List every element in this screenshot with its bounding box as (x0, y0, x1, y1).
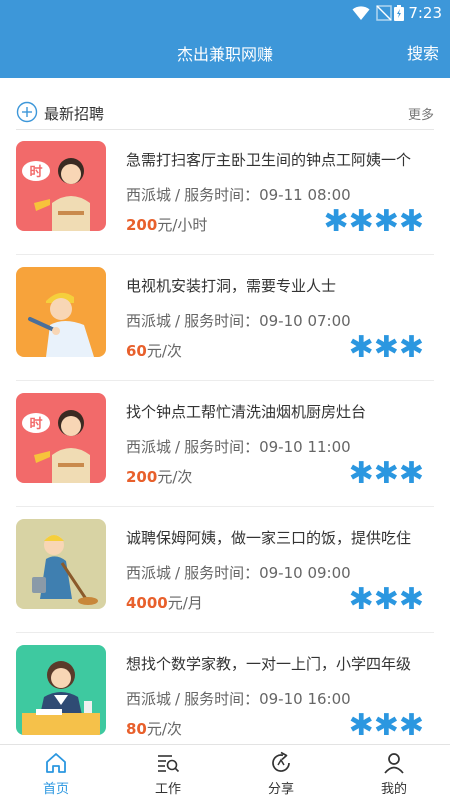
battery-icon (394, 5, 404, 21)
job-price: 4000元/月 (126, 592, 203, 613)
housekeeper-illustration: 时 (16, 393, 106, 483)
job-list-item[interactable]: 电视机安装打洞，需要专业人士 西派城 / 服务时间：09-10 07:00 60元/… (16, 255, 434, 381)
job-location: 西派城 (126, 186, 172, 204)
rating-stars: ✱✱✱ (348, 708, 424, 743)
price-unit: 元/小时 (157, 216, 208, 234)
job-meta: 西派城 / 服务时间：09-10 07:00 (126, 312, 351, 330)
service-time-label: 服务时间： (184, 690, 260, 708)
job-meta: 西派城 / 服务时间：09-10 16:00 (126, 690, 351, 708)
price-amount: 200 (126, 468, 158, 486)
tab-label: 分享 (267, 782, 294, 797)
rating-stars: ✱✱✱ (348, 456, 424, 491)
tab-label: 我的 (380, 782, 407, 797)
job-location: 西派城 (126, 438, 172, 456)
job-title: 急需打扫客厅主卧卫生间的钟点工阿姨一个 (126, 151, 412, 169)
share-icon (272, 751, 290, 772)
service-time: 09-10 09:00 (259, 564, 351, 582)
tab-work[interactable]: 工作 (112, 745, 224, 800)
price-unit: 元/次 (146, 342, 182, 360)
rating-stars: ✱✱✱ (348, 582, 424, 617)
tab-home[interactable]: 首页 (0, 745, 112, 800)
cleaner-illustration (16, 519, 106, 609)
job-price: 200元/次 (126, 466, 192, 487)
rating-stars: ✱✱✱ (348, 330, 424, 365)
price-unit: 元/月 (167, 594, 203, 612)
thumb-badge: 时 (29, 416, 42, 432)
job-meta: 西派城 / 服务时间：09-11 08:00 (126, 186, 351, 204)
clock: 7:23 (408, 4, 442, 22)
service-time-label: 服务时间： (184, 186, 260, 204)
service-time: 09-10 07:00 (259, 312, 351, 330)
job-location: 西派城 (126, 564, 172, 582)
tab-mine[interactable]: 我的 (338, 745, 450, 800)
job-list-item[interactable]: 时 急需打扫客厅主卧卫生间的钟点工阿姨一个 西派城 / 服务时间：09-11 08:… (16, 129, 434, 255)
job-price: 200元/小时 (126, 214, 207, 235)
job-location: 西派城 (126, 690, 172, 708)
housekeeper-illustration: 时 (16, 141, 106, 231)
price-unit: 元/次 (157, 468, 193, 486)
section-header: 最新招聘 更多 (16, 100, 434, 130)
plus-circle-icon (16, 101, 38, 123)
job-list-item[interactable]: 诚聘保姆阿姨，做一家三口的饭，提供吃住 西派城 / 服务时间：09-10 09:00… (16, 507, 434, 633)
thumb-badge: 时 (29, 164, 42, 180)
price-amount: 4000 (126, 594, 168, 612)
tab-label: 首页 (42, 782, 69, 797)
tab-share[interactable]: 分享 (225, 745, 337, 800)
price-amount: 60 (126, 342, 147, 360)
job-meta: 西派城 / 服务时间：09-10 09:00 (126, 564, 351, 582)
job-price: 60元/次 (126, 340, 182, 361)
search-button[interactable]: 搜索 (407, 40, 439, 64)
tutor-illustration (16, 645, 106, 735)
service-time-label: 服务时间： (184, 312, 260, 330)
job-title: 找个钟点工帮忙清洗油烟机厨房灶台 (126, 403, 367, 421)
service-time-label: 服务时间： (184, 438, 260, 456)
job-meta: 西派城 / 服务时间：09-10 11:00 (126, 438, 351, 456)
job-list-item[interactable]: 时 找个钟点工帮忙清洗油烟机厨房灶台 西派城 / 服务时间：09-10 11:00 … (16, 381, 434, 507)
service-time: 09-11 08:00 (259, 186, 351, 204)
service-time: 09-10 16:00 (259, 690, 351, 708)
job-title: 想找个数学家教，一对一上门，小学四年级 (126, 655, 412, 673)
service-time: 09-10 11:00 (259, 438, 351, 456)
person-icon (384, 753, 404, 774)
no-signal-icon (376, 5, 392, 21)
service-time-label: 服务时间： (184, 564, 260, 582)
section-title: 最新招聘 (44, 105, 105, 123)
price-unit: 元/次 (146, 720, 182, 738)
repair-worker-illustration (16, 267, 106, 357)
job-title: 诚聘保姆阿姨，做一家三口的饭，提供吃住 (126, 529, 412, 547)
more-link[interactable]: 更多 (408, 104, 434, 123)
status-bar: 7:23 (0, 0, 450, 26)
app-bar: 杰出兼职网赚 搜索 (0, 26, 450, 78)
rating-stars: ✱✱✱✱ (323, 204, 424, 239)
app-title: 杰出兼职网赚 (176, 45, 273, 64)
bottom-tab-bar: 首页 工作 分享 我的 (0, 744, 450, 800)
job-location: 西派城 (126, 312, 172, 330)
tab-label: 工作 (154, 782, 181, 797)
work-search-icon (158, 755, 180, 773)
job-list-item[interactable]: 想找个数学家教，一对一上门，小学四年级 西派城 / 服务时间：09-10 16:00… (16, 633, 434, 759)
home-icon (46, 753, 66, 773)
price-amount: 200 (126, 216, 158, 234)
job-title: 电视机安装打洞，需要专业人士 (126, 277, 337, 295)
price-amount: 80 (126, 720, 147, 738)
job-price: 80元/次 (126, 718, 182, 739)
wifi-icon (352, 6, 370, 20)
